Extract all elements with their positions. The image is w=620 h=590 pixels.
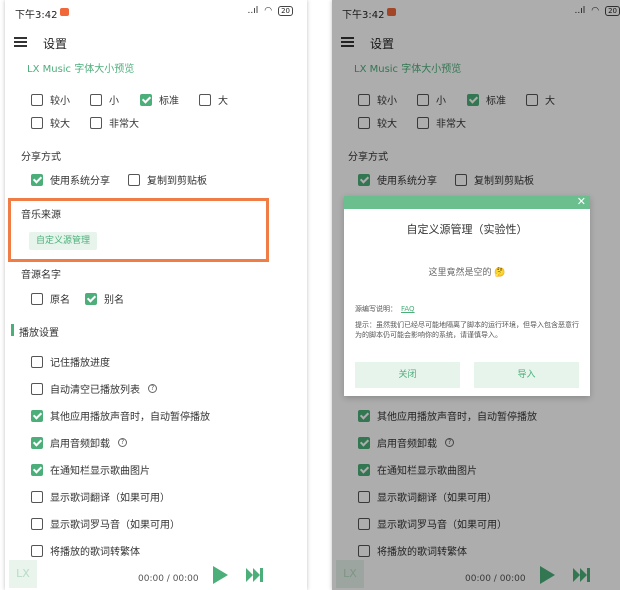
checkbox[interactable] [31,517,43,530]
option-label: 其他应用播放声音时，自动暂停播放 [50,412,210,423]
option-label: 记住播放进度 [50,358,110,369]
font-size-option-standard[interactable]: 标准 [140,92,179,107]
checkbox[interactable] [199,93,211,106]
checkbox-checked[interactable] [31,173,43,186]
empty-state-text: 这里竟然是空的 🤔 [428,268,506,278]
custom-source-dialog: ✕ 自定义源管理（实验性） 这里竟然是空的 🤔 源编写说明： FAQ 提示：虽然我… [344,195,590,396]
source-name-title: 音源名字 [21,270,61,281]
checkbox-checked[interactable] [31,463,43,476]
screenshot-canvas: 下午3:42 ..ıl ◠ 20 设置 LX Music 字体大小预览 较小 小… [0,0,620,590]
playback-option-lyric-romaji[interactable]: 显示歌词罗马音（如果可用） [31,516,180,531]
play-time: 00:00 / 00:00 [138,574,199,584]
highlight-annotation-box [8,198,269,262]
checkbox[interactable] [90,116,102,129]
status-icons: ..ıl ◠ 20 [247,6,293,16]
close-button[interactable]: 关闭 [355,362,460,388]
play-icon[interactable] [213,566,228,584]
share-option-system[interactable]: 使用系统分享 [31,172,110,187]
help-icon[interactable]: ? [118,438,127,447]
option-label: 将播放的歌词转繁体 [50,547,140,558]
font-size-preview: LX Music 字体大小预览 [27,64,135,75]
status-time: 下午3:42 [15,10,58,21]
notification-app-icon [60,8,69,16]
option-label: 非常大 [109,119,139,130]
playback-option-auto-clear[interactable]: 自动清空已播放列表? [31,381,157,396]
playback-option-remember-progress[interactable]: 记住播放进度 [31,354,110,369]
checkbox[interactable] [31,544,43,557]
next-track-icon[interactable] [246,568,264,582]
checkbox[interactable] [31,292,43,305]
help-icon[interactable]: ? [148,384,157,393]
close-icon[interactable]: ✕ [577,195,586,208]
playback-option-audio-offload[interactable]: 启用音频卸载? [31,435,127,450]
option-label: 大 [218,96,228,107]
option-label: 在通知栏显示歌曲图片 [50,466,150,477]
font-size-option-huge[interactable]: 非常大 [90,115,139,130]
checkbox[interactable] [31,355,43,368]
option-label: 显示歌词翻译（如果可用） [50,493,170,504]
option-label: 自动清空已播放列表 [50,385,140,396]
playback-option-notification-cover[interactable]: 在通知栏显示歌曲图片 [31,462,150,477]
checkbox[interactable] [31,116,43,129]
security-tip: 提示：虽然我们已经尽可能地隔离了脚本的运行环境，但导入包含恶意行为的脚本仍可能会… [355,321,579,339]
phone-screen-left: 下午3:42 ..ıl ◠ 20 设置 LX Music 字体大小预览 较小 小… [5,0,307,590]
playback-option-auto-pause[interactable]: 其他应用播放声音时，自动暂停播放 [31,408,210,423]
option-label: 启用音频卸载 [50,439,110,450]
battery-icon: 20 [278,6,293,16]
playback-group-title: 播放设置 [11,324,59,339]
source-name-option-alias[interactable]: 别名 [85,291,124,306]
option-label: 较大 [50,119,70,130]
option-label: 原名 [50,295,70,306]
settings-content[interactable]: LX Music 字体大小预览 较小 小 标准 大 较大 非常大 分享方式 使用… [5,56,307,590]
playback-option-lyric-traditional[interactable]: 将播放的歌词转繁体 [31,543,140,558]
option-label: 较小 [50,96,70,107]
checkbox-checked[interactable] [85,292,97,305]
playback-option-lyric-translation[interactable]: 显示歌词翻译（如果可用） [31,489,170,504]
option-label: 使用系统分享 [50,176,110,187]
option-label: 别名 [104,295,124,306]
font-size-option-larger[interactable]: 较大 [31,115,70,130]
signal-icon: ..ıl [247,6,259,16]
menu-icon[interactable] [14,37,27,47]
font-size-option-smaller[interactable]: 较小 [31,92,70,107]
share-section-title: 分享方式 [21,152,61,163]
checkbox[interactable] [128,173,140,186]
faq-link[interactable]: FAQ [401,305,415,313]
phone-screen-right: 下午3:42 ..ıl ◠ 20 设置 LX Music 字体大小预览 较小 小… [332,0,620,590]
checkbox[interactable] [31,382,43,395]
source-name-option-original[interactable]: 原名 [31,291,70,306]
dialog-title: 自定义源管理（实验性） [406,223,528,236]
option-label: 标准 [159,96,179,107]
dialog-header-bar: ✕ [344,195,590,209]
share-option-clipboard[interactable]: 复制到剪贴板 [128,172,207,187]
checkbox-checked[interactable] [31,436,43,449]
wifi-icon: ◠ [264,6,273,16]
top-bar: 设置 [5,28,307,56]
status-bar: 下午3:42 ..ıl ◠ 20 [5,0,307,24]
checkbox[interactable] [31,93,43,106]
font-size-option-small[interactable]: 小 [90,92,119,107]
option-label: 复制到剪贴板 [147,176,207,187]
album-cover-placeholder[interactable]: LX [9,560,37,588]
page-title: 设置 [43,37,68,51]
option-label: 显示歌词罗马音（如果可用） [50,520,180,531]
checkbox-checked[interactable] [140,93,152,106]
checkbox[interactable] [31,490,43,503]
source-guide-label: 源编写说明： [355,305,397,313]
checkbox-checked[interactable] [31,409,43,422]
option-label: 小 [109,96,119,107]
source-guide: 源编写说明： FAQ [355,304,580,314]
font-size-option-large[interactable]: 大 [199,92,228,107]
import-button[interactable]: 导入 [474,362,579,388]
player-bar: LX 00:00 / 00:00 [5,558,307,590]
checkbox[interactable] [90,93,102,106]
